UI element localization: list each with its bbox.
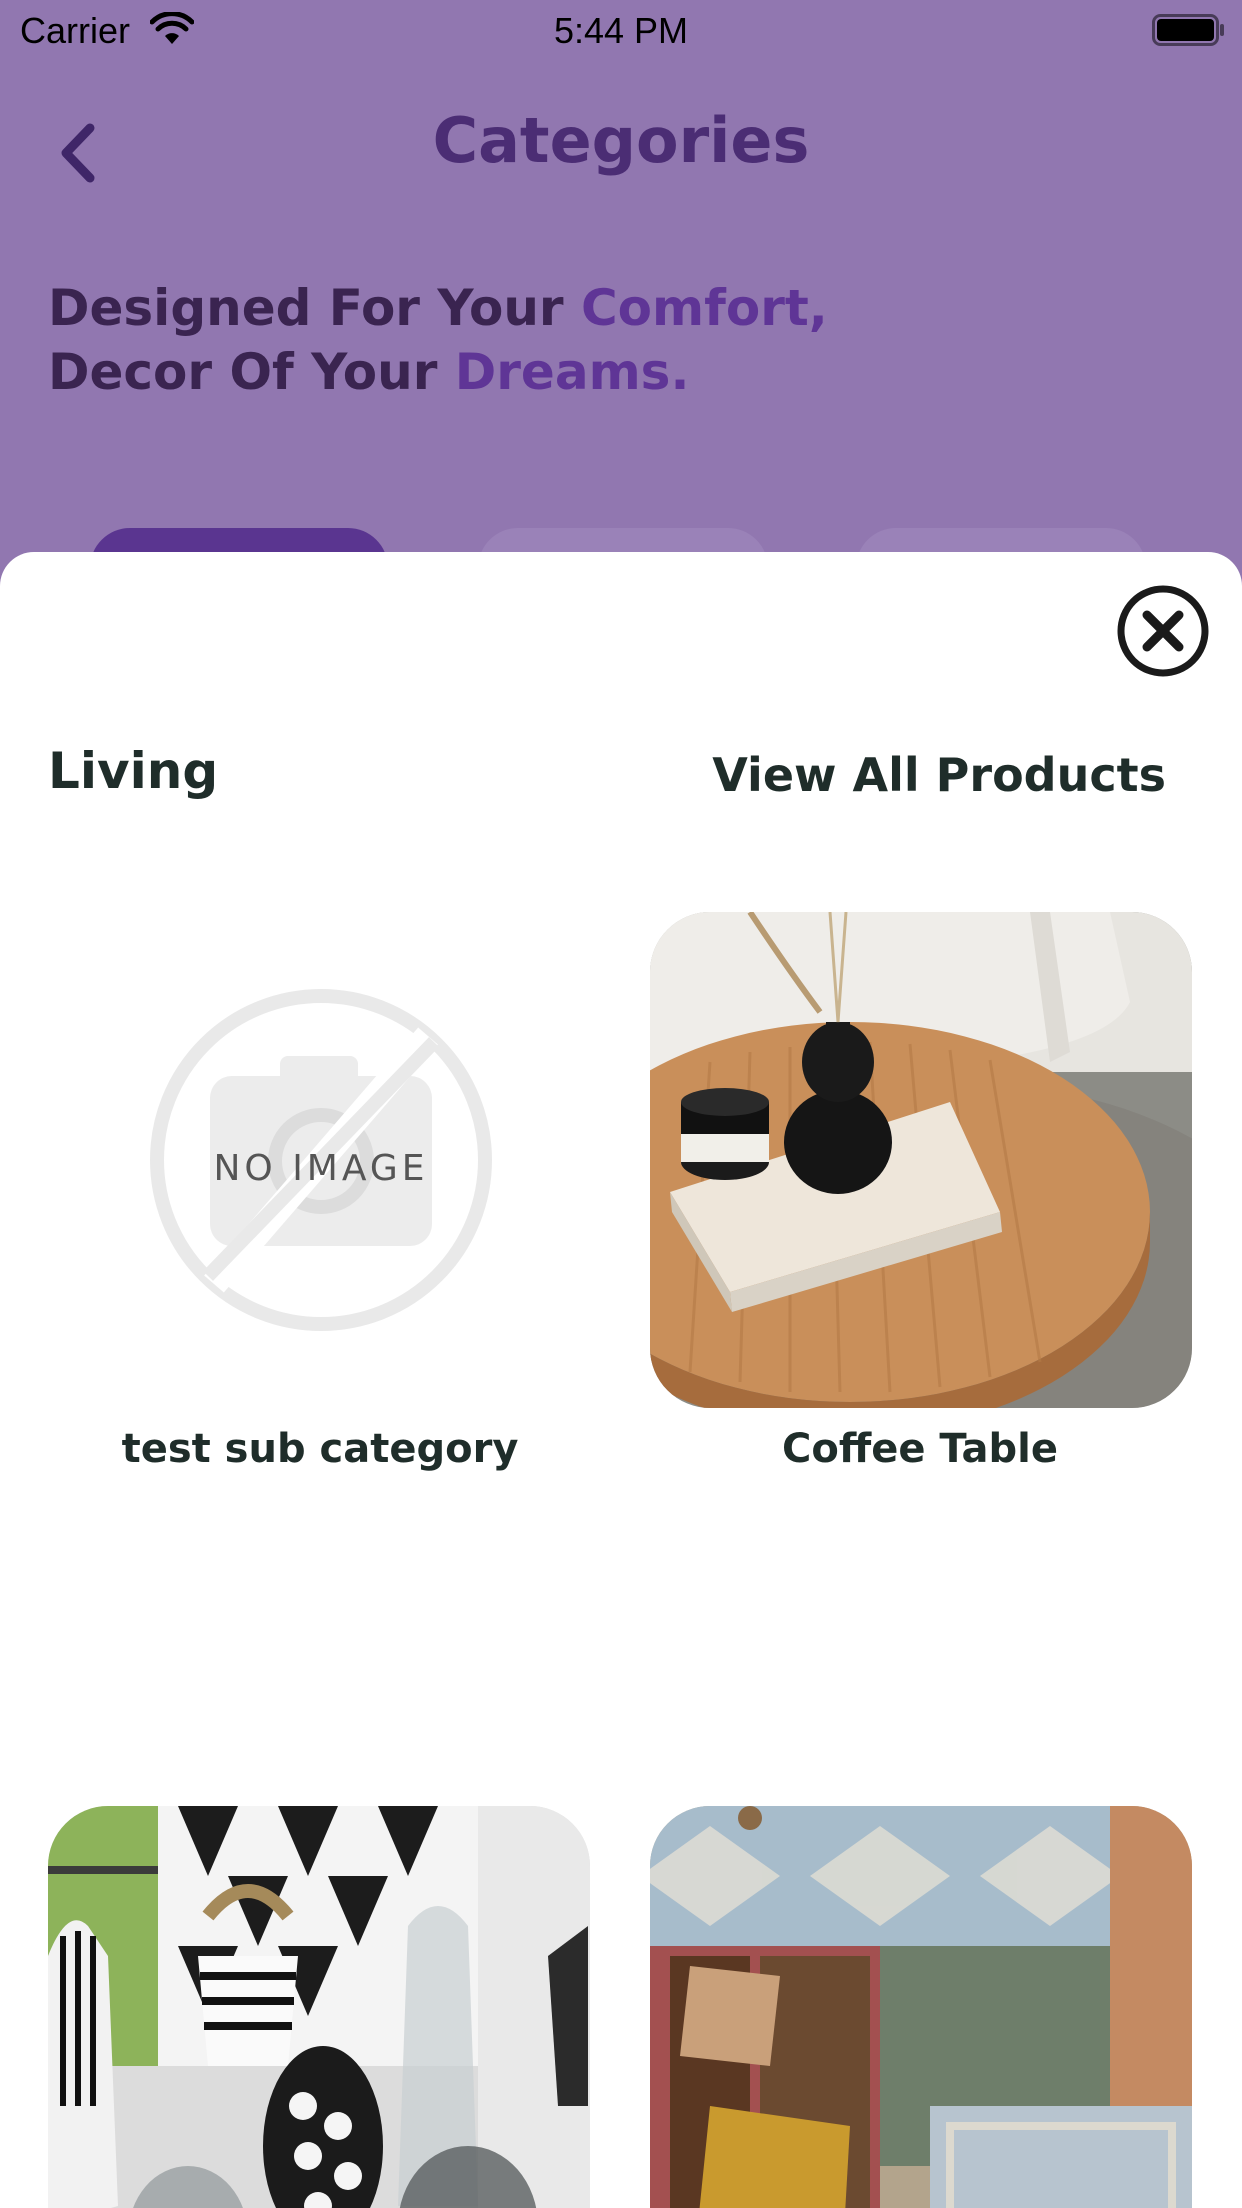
subcategory-label[interactable]: test sub category [20, 1426, 620, 1472]
tagline-line-2: Decor Of Your Dreams. [48, 340, 828, 404]
subcategory-card-image[interactable] [48, 1806, 590, 2208]
coffee-table-photo [650, 912, 1192, 1408]
battery-icon [1152, 14, 1224, 46]
subcategory-card-image[interactable] [650, 912, 1192, 1408]
section-title: Living [48, 742, 219, 800]
tagline-line-1: Designed For Your Comfort, [48, 276, 828, 340]
rugs-photo [650, 1806, 1192, 2208]
tagline: Designed For Your Comfort, Decor Of Your… [48, 276, 828, 404]
tagline-line-1-accent: Comfort, [580, 279, 828, 337]
status-time: 5:44 PM [553, 10, 689, 51]
vases-photo [48, 1806, 590, 2208]
tagline-line-1-prefix: Designed For Your [48, 279, 581, 337]
page-title: Categories [432, 104, 810, 177]
subcategory-card-image[interactable]: NO IMAGE [48, 912, 590, 1408]
no-image-text: NO IMAGE [213, 1148, 428, 1189]
subcategory-label[interactable]: Coffee Table [620, 1426, 1220, 1472]
close-circle-icon[interactable] [1116, 584, 1210, 678]
view-all-products-link[interactable]: View All Products [712, 748, 1166, 802]
tagline-line-2-prefix: Decor Of Your [48, 343, 455, 401]
no-image-placeholder: NO IMAGE [150, 989, 492, 1331]
subcategory-card-image[interactable] [650, 1806, 1192, 2208]
status-bar: Carrier 5:44 PM [0, 0, 1242, 60]
tagline-line-2-accent: Dreams. [454, 343, 690, 401]
